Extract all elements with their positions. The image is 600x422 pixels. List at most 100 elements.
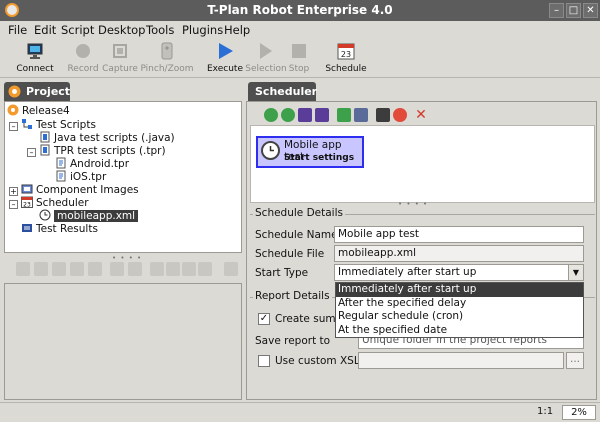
tree-item-test-results[interactable]: Test Results bbox=[21, 222, 98, 236]
collapse-icon[interactable]: – bbox=[27, 148, 36, 157]
selection-button[interactable]: Selection bbox=[245, 40, 287, 78]
menu-plugins[interactable]: Plugins bbox=[182, 23, 223, 37]
script-editor-area[interactable] bbox=[4, 283, 242, 400]
tab-scheduler[interactable]: Scheduler bbox=[248, 82, 317, 101]
pinch-zoom-button[interactable]: Pinch/Zoom bbox=[140, 40, 194, 78]
images-folder-icon bbox=[21, 184, 33, 194]
script-file-icon bbox=[56, 157, 66, 169]
create-summary-checkbox[interactable]: ✓ bbox=[258, 313, 270, 325]
console-icon[interactable] bbox=[376, 108, 390, 122]
save-as-icon[interactable] bbox=[315, 108, 329, 122]
stop-button[interactable]: Stop bbox=[287, 40, 311, 78]
svg-text:23: 23 bbox=[23, 202, 31, 209]
status-bar: 1:1 2% bbox=[0, 402, 600, 422]
start-type-label: Start Type bbox=[255, 267, 309, 279]
schedule-button[interactable]: 23 Schedule bbox=[324, 40, 368, 78]
svg-text:23: 23 bbox=[341, 50, 351, 59]
expand-icon[interactable]: + bbox=[9, 187, 18, 196]
report-details-title: Report Details bbox=[253, 290, 332, 302]
minimize-icon[interactable]: – bbox=[549, 3, 564, 18]
selection-icon bbox=[260, 43, 272, 59]
help-lifebuoy-icon[interactable] bbox=[393, 108, 407, 122]
chevron-down-icon[interactable]: ▼ bbox=[568, 265, 583, 280]
record-icon bbox=[76, 44, 90, 58]
schedule-name-label: Schedule Name bbox=[255, 229, 338, 241]
menu-desktop[interactable]: Desktop bbox=[98, 23, 145, 37]
find-icon[interactable] bbox=[198, 262, 212, 276]
stop-icon bbox=[292, 44, 306, 58]
undo-icon[interactable] bbox=[110, 262, 124, 276]
collapse-icon[interactable]: – bbox=[9, 200, 18, 209]
start-option-immediately[interactable]: Immediately after start up bbox=[336, 283, 583, 297]
save-icon[interactable] bbox=[70, 262, 84, 276]
tree-item-mobileapp-xml[interactable]: mobileapp.xml bbox=[39, 209, 139, 223]
new-script-icon[interactable] bbox=[16, 262, 30, 276]
delete-icon[interactable]: ✕ bbox=[414, 108, 428, 122]
execute-button[interactable]: Execute bbox=[205, 40, 245, 78]
schedule-file-field: mobileapp.xml bbox=[334, 245, 584, 262]
record-button[interactable]: Record bbox=[65, 40, 101, 78]
custom-xsl-label: Use custom XSL bbox=[275, 355, 360, 367]
start-option-date[interactable]: At the specified date bbox=[336, 324, 583, 338]
connect-button[interactable]: Connect bbox=[14, 40, 56, 78]
schedule-name-input[interactable]: Mobile app test bbox=[334, 226, 584, 243]
project-icon bbox=[8, 85, 21, 98]
maximize-icon[interactable]: □ bbox=[566, 3, 581, 18]
paste-icon[interactable] bbox=[182, 262, 196, 276]
window-title: T-Plan Robot Enterprise 4.0 bbox=[207, 3, 393, 17]
script-file-icon bbox=[56, 170, 66, 182]
schedule-file-label: Schedule File bbox=[255, 248, 325, 260]
tree-item-android-tpr[interactable]: Android.tpr bbox=[55, 157, 129, 171]
properties-icon[interactable] bbox=[224, 262, 238, 276]
menu-help[interactable]: Help bbox=[224, 23, 250, 37]
collapse-icon[interactable]: – bbox=[9, 122, 18, 131]
project-root-icon bbox=[7, 104, 19, 116]
menu-tools[interactable]: Tools bbox=[146, 23, 174, 37]
menu-script[interactable]: Script bbox=[61, 23, 94, 37]
editor-toolbar bbox=[4, 259, 242, 281]
calendar-icon: 23 bbox=[21, 196, 33, 208]
tpr-file-icon bbox=[40, 144, 50, 156]
capture-button[interactable]: Capture bbox=[101, 40, 139, 78]
schedule-task-node[interactable]: Mobile app test Start settings bbox=[256, 136, 364, 168]
copy-icon[interactable] bbox=[166, 262, 180, 276]
start-option-cron[interactable]: Regular schedule (cron) bbox=[336, 310, 583, 324]
tab-project[interactable]: Project bbox=[4, 82, 70, 101]
close-icon[interactable]: ✕ bbox=[583, 3, 598, 18]
splitter-handle[interactable]: • • • • bbox=[398, 200, 428, 208]
add-task-icon[interactable] bbox=[264, 108, 278, 122]
tree-item-test-scripts[interactable]: Test Scripts bbox=[21, 118, 96, 132]
play-icon bbox=[219, 43, 233, 59]
custom-xsl-checkbox[interactable] bbox=[258, 355, 270, 367]
start-type-select[interactable]: Immediately after start up ▼ bbox=[334, 264, 584, 281]
save-all-icon[interactable] bbox=[88, 262, 102, 276]
save-icon[interactable] bbox=[298, 108, 312, 122]
task-subtitle: Start settings bbox=[284, 153, 355, 163]
browse-xsl-button[interactable]: ... bbox=[566, 352, 584, 369]
tree-item-tpr-scripts[interactable]: TPR test scripts (.tpr) bbox=[39, 144, 166, 158]
tree-item-scheduler[interactable]: 23 Scheduler bbox=[21, 196, 89, 210]
scheduler-toolbar: ✕ bbox=[264, 108, 464, 124]
clock-icon bbox=[39, 209, 51, 221]
new-icon[interactable] bbox=[337, 108, 351, 122]
menu-edit[interactable]: Edit bbox=[34, 23, 56, 37]
tree-branch-icon bbox=[22, 119, 32, 129]
tree-item-ios-tpr[interactable]: iOS.tpr bbox=[55, 170, 106, 184]
add-schedule-icon[interactable] bbox=[281, 108, 295, 122]
redo-icon[interactable] bbox=[128, 262, 142, 276]
tree-item-release4[interactable]: Release4 bbox=[7, 104, 70, 118]
tree-item-component-images[interactable]: Component Images bbox=[21, 183, 139, 197]
tree-item-java-scripts[interactable]: Java test scripts (.java) bbox=[39, 131, 175, 145]
save-report-label: Save report to bbox=[255, 335, 331, 347]
menu-bar: File Edit Script Desktop Tools Plugins H… bbox=[0, 21, 600, 40]
results-icon bbox=[22, 224, 32, 232]
menu-file[interactable]: File bbox=[8, 23, 27, 37]
schedule-details-title: Schedule Details bbox=[253, 207, 345, 219]
open-icon[interactable] bbox=[52, 262, 66, 276]
clock-icon bbox=[261, 141, 280, 160]
copy-icon[interactable] bbox=[354, 108, 368, 122]
custom-xsl-input bbox=[358, 352, 564, 369]
start-option-delay[interactable]: After the specified delay bbox=[336, 297, 583, 311]
cut-icon[interactable] bbox=[150, 262, 164, 276]
add-icon[interactable] bbox=[34, 262, 48, 276]
